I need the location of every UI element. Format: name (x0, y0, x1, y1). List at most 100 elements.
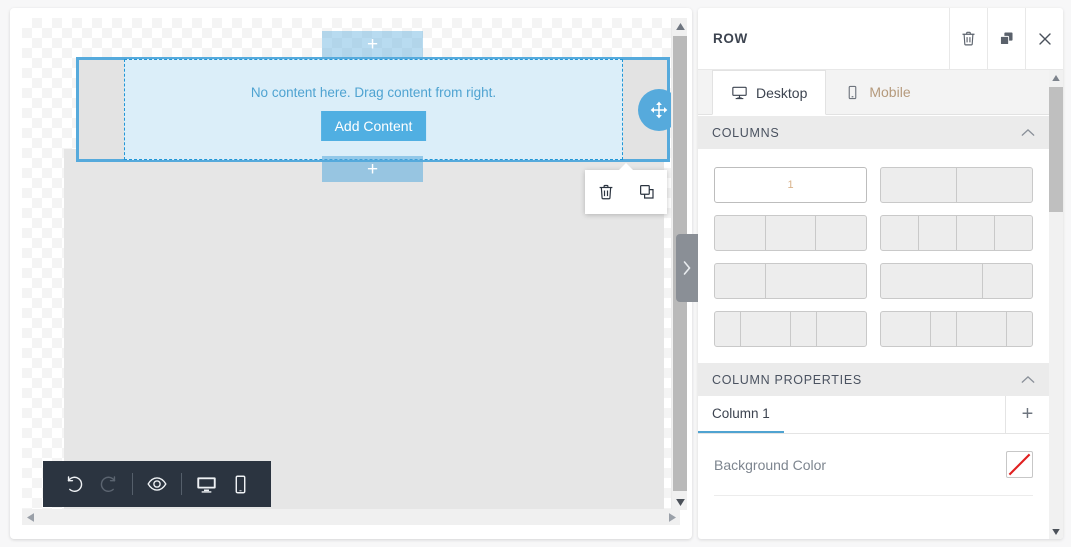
device-tabs: Desktop Mobile (698, 70, 1063, 115)
tab-mobile[interactable]: Mobile (826, 70, 928, 114)
row-delete-button[interactable] (593, 179, 619, 205)
selected-row[interactable]: No content here. Drag content from right… (76, 57, 680, 162)
scroll-down-button[interactable] (672, 494, 688, 510)
redo-icon (100, 475, 115, 492)
panel-duplicate-button[interactable] (987, 8, 1025, 70)
layout-cell (715, 264, 766, 298)
tab-desktop[interactable]: Desktop (712, 70, 827, 115)
columns-section-title: COLUMNS (712, 125, 780, 140)
column-layout-option[interactable] (880, 263, 1033, 299)
no-color-slash-icon (1008, 453, 1031, 476)
column-layout-option[interactable] (880, 311, 1033, 347)
mobile-icon (849, 85, 857, 99)
column-layout-grid: 1 (698, 149, 1049, 363)
preview-button[interactable] (140, 467, 174, 501)
layout-cell (1007, 312, 1032, 346)
undo-button[interactable] (57, 467, 91, 501)
chevron-up-icon (1021, 375, 1035, 383)
layout-cell: 1 (787, 179, 794, 191)
column-properties-section-title: COLUMN PROPERTIES (712, 372, 862, 387)
layout-cell (881, 264, 983, 298)
toolbar-divider (132, 473, 133, 495)
layout-cell (816, 216, 866, 250)
desktop-view-button[interactable] (189, 467, 223, 501)
scroll-up-button[interactable] (672, 18, 688, 34)
column-layout-option[interactable]: 1 (714, 167, 867, 203)
layout-cell (881, 312, 931, 346)
triangle-left-icon (26, 512, 34, 522)
layout-cell (995, 216, 1032, 250)
trash-icon (962, 31, 975, 46)
canvas-hscroll-thumb[interactable] (39, 510, 664, 524)
columns-section-header[interactable]: COLUMNS (698, 116, 1049, 149)
desktop-icon (196, 476, 216, 493)
desktop-icon (732, 86, 747, 100)
layout-cell (957, 168, 1032, 202)
undo-icon (67, 475, 82, 492)
column-layout-option[interactable] (714, 263, 867, 299)
triangle-right-icon (668, 512, 676, 522)
column-tabs: Column 1 + (698, 396, 1049, 434)
plus-icon: + (366, 33, 379, 55)
add-row-above-button[interactable]: + (322, 31, 423, 57)
layout-cell (817, 312, 866, 346)
chevron-right-icon (683, 261, 691, 275)
column-layout-option[interactable] (880, 215, 1033, 251)
column-layout-option[interactable] (714, 215, 867, 251)
add-row-below-button[interactable]: + (322, 156, 423, 182)
background-color-swatch[interactable] (1006, 451, 1033, 478)
layout-cell (791, 312, 818, 346)
layout-cell (919, 216, 957, 250)
layout-cell (766, 216, 817, 250)
move-icon (650, 101, 668, 118)
layout-cell (957, 216, 995, 250)
page-body-area (64, 149, 664, 510)
layout-cell (715, 312, 742, 346)
background-color-label: Background Color (714, 456, 827, 473)
column-properties-section-header[interactable]: COLUMN PROPERTIES (698, 363, 1049, 396)
copy-icon (1000, 32, 1013, 45)
panel-collapse-toggle[interactable] (676, 234, 698, 302)
plus-icon: + (366, 158, 379, 180)
layout-cell (983, 264, 1033, 298)
layout-cell (881, 168, 957, 202)
panel-scroll-up-button[interactable] (1049, 70, 1063, 85)
triangle-down-icon (675, 498, 685, 506)
panel-close-button[interactable] (1025, 8, 1063, 70)
properties-panel: ROW Desktop Mobile COLUMNS 1 COLUMN PROP… (698, 8, 1063, 539)
row-column-dropzone[interactable]: No content here. Drag content from right… (124, 59, 623, 160)
mobile-view-button[interactable] (223, 467, 257, 501)
layout-cell (957, 312, 1007, 346)
column-layout-option[interactable] (880, 167, 1033, 203)
layout-cell (715, 216, 766, 250)
panel-vertical-scrollbar[interactable] (1049, 70, 1063, 539)
triangle-up-icon (675, 22, 685, 30)
panel-vscroll-thumb[interactable] (1049, 87, 1063, 212)
add-content-button[interactable]: Add Content (320, 111, 427, 141)
background-color-row: Background Color (714, 434, 1033, 496)
editor-canvas-card: + No content here. Drag content from rig… (10, 8, 692, 539)
close-icon (1038, 32, 1051, 45)
row-duplicate-button[interactable] (634, 179, 660, 205)
triangle-down-icon (1052, 528, 1060, 535)
tab-column-1[interactable]: Column 1 (698, 396, 784, 433)
trash-icon (599, 184, 612, 200)
panel-scroll-down-button[interactable] (1049, 524, 1063, 539)
column-tabs-spacer (784, 396, 1005, 433)
toolbar-divider (181, 473, 182, 495)
canvas-horizontal-scrollbar[interactable] (22, 509, 680, 525)
column-layout-option[interactable] (714, 311, 867, 347)
tab-mobile-label: Mobile (869, 84, 911, 100)
tab-desktop-label: Desktop (756, 84, 808, 101)
copy-icon (639, 185, 654, 199)
add-column-button[interactable]: + (1005, 396, 1049, 433)
panel-scroll-content: COLUMNS 1 COLUMN PROPERTIES Column 1 + B… (698, 116, 1049, 539)
canvas-viewport[interactable]: + No content here. Drag content from rig… (22, 18, 680, 510)
panel-title: ROW (713, 31, 748, 46)
scroll-right-button[interactable] (664, 509, 680, 525)
scroll-left-button[interactable] (22, 509, 38, 525)
panel-delete-button[interactable] (949, 8, 987, 70)
layout-cell (766, 264, 867, 298)
panel-header: ROW (698, 8, 1063, 70)
redo-button[interactable] (91, 467, 125, 501)
